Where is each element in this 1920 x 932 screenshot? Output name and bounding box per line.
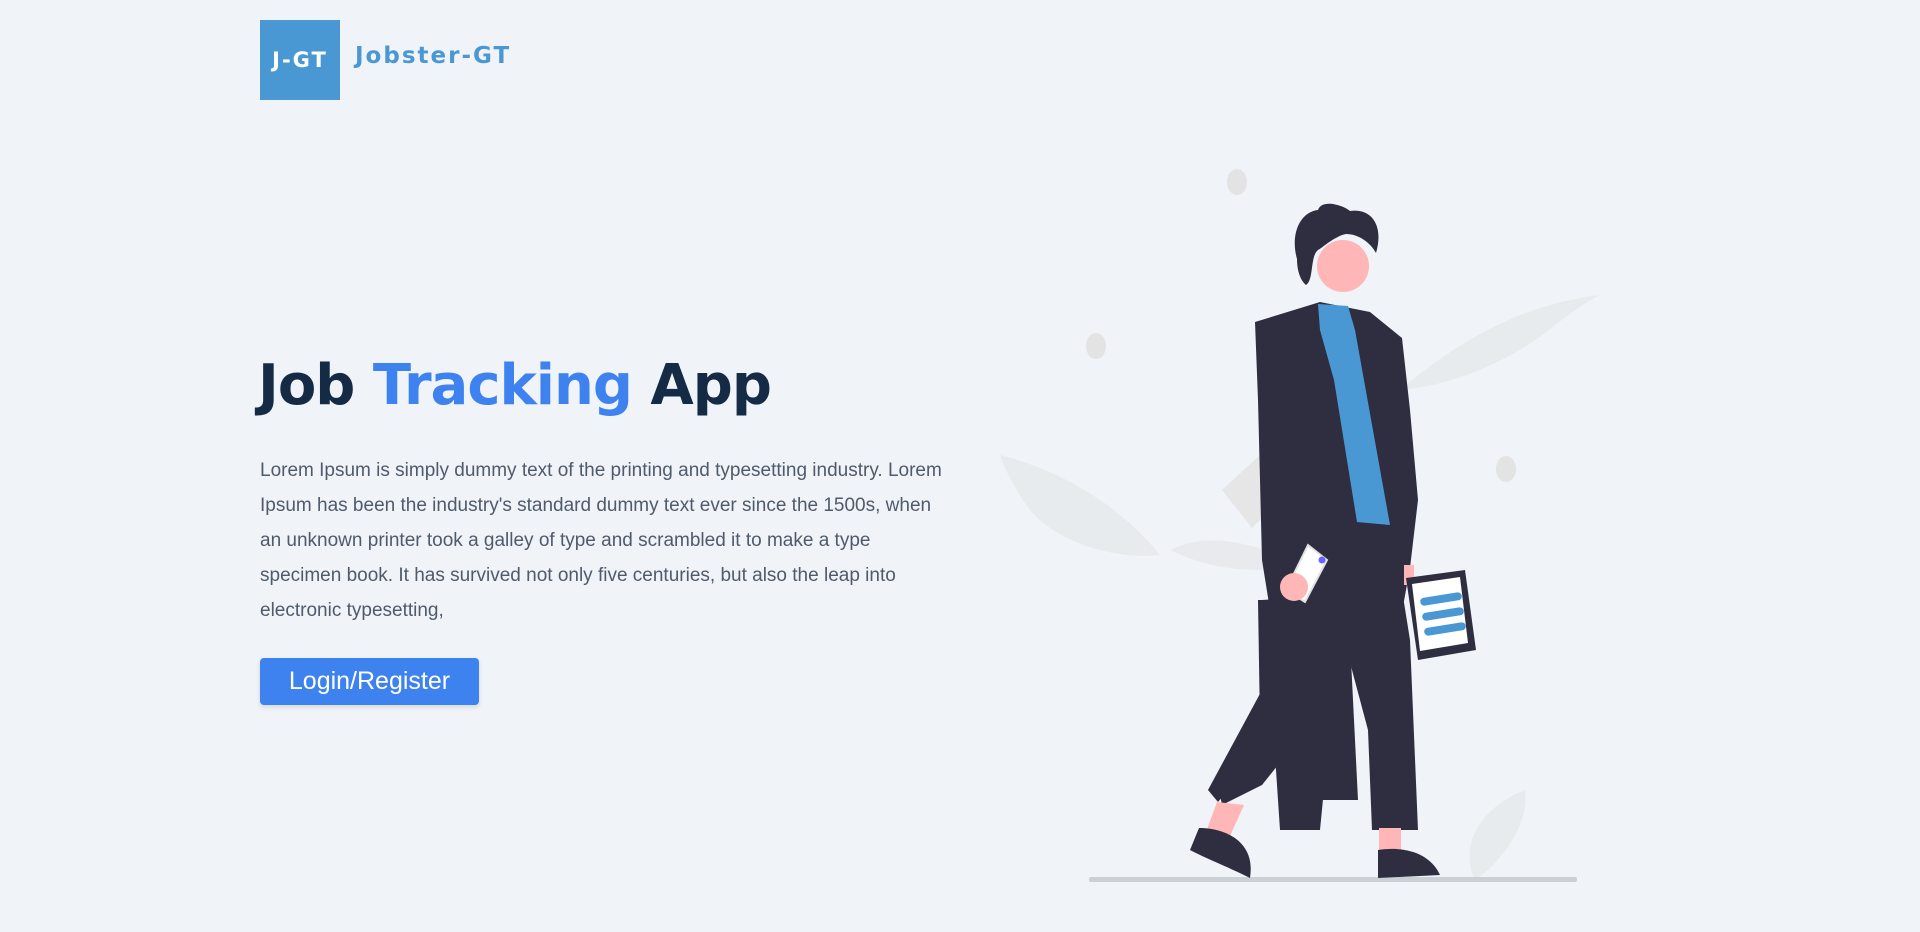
hero-description: Lorem Ipsum is simply dummy text of the … (260, 460, 942, 621)
document (1406, 570, 1476, 660)
brand-name: Jobster-GT (355, 43, 512, 69)
hero-title: Job Tracking App (258, 348, 772, 424)
hero-title-accent: Tracking (372, 353, 633, 418)
logo-mark: J-GT (272, 48, 328, 72)
walking-businessman-illustration (1000, 169, 1600, 882)
hero-title-part2: App (631, 353, 772, 418)
hero-title-part1: Job (258, 353, 373, 418)
login-register-button[interactable]: Login/Register (260, 658, 479, 705)
logo: J-GT (260, 20, 340, 100)
